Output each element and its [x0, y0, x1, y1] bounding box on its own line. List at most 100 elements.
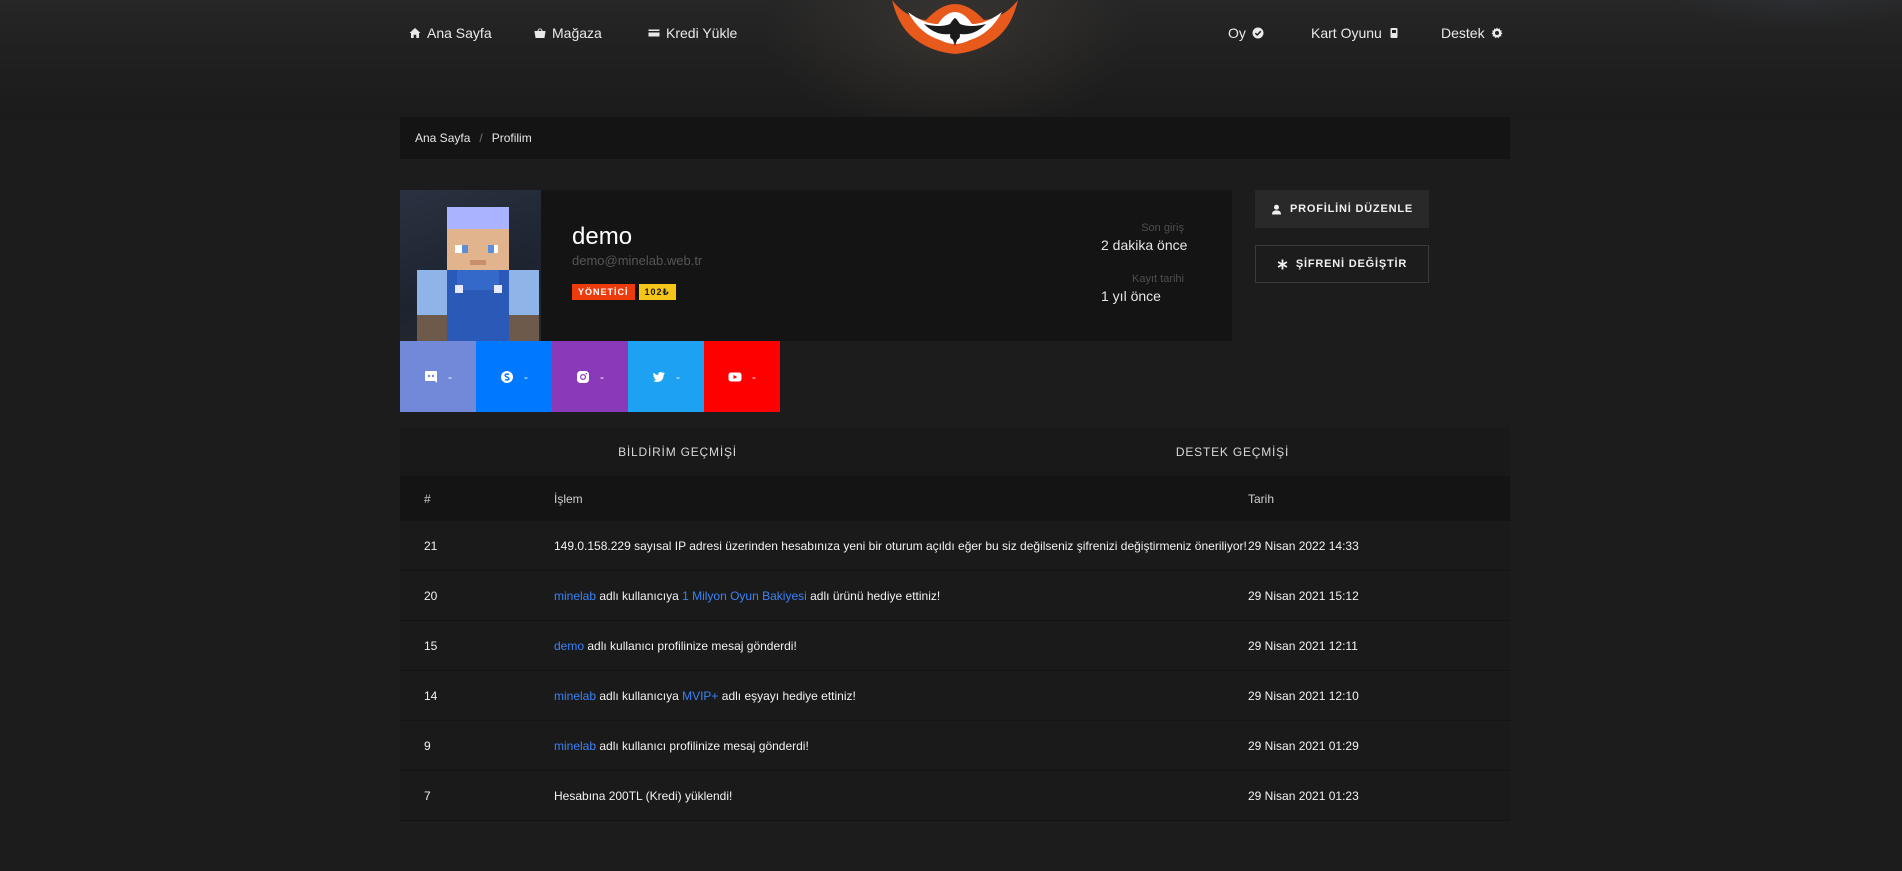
row-action: minelab adlı kullanıcıya MVIP+ adlı eşya… — [554, 689, 1248, 703]
social-links: - - - - - — [400, 341, 780, 412]
header-id: # — [424, 491, 431, 506]
tab-support-history[interactable]: DESTEK GEÇMİŞİ — [955, 428, 1510, 476]
history-tabs: BİLDİRİM GEÇMİŞİ DESTEK GEÇMİŞİ — [400, 428, 1510, 476]
instagram-link[interactable]: - — [552, 341, 628, 412]
profile-card: demo demo@minelab.web.tr YÖNETİCİ 102₺ S… — [400, 190, 1232, 341]
row-action: 149.0.158.229 sayısal IP adresi üzerinde… — [554, 539, 1248, 553]
table-header: # İşlem Tarih — [400, 476, 1510, 521]
change-password-button[interactable]: ŞİFRENİ DEĞİŞTİR — [1255, 245, 1429, 283]
minecraft-skin-avatar — [417, 207, 539, 341]
instagram-icon — [577, 370, 589, 383]
site-logo[interactable] — [884, 0, 1026, 66]
nav-vote-label: Oy — [1228, 25, 1246, 41]
discord-link[interactable]: - — [400, 341, 476, 412]
action-text: 149.0.158.229 sayısal IP adresi üzerinde… — [554, 538, 1247, 553]
table-row: 14 minelab adlı kullanıcıya MVIP+ adlı eş… — [400, 671, 1510, 721]
site-header: Ana Sayfa Mağaza Kredi Yükle Oy Kart Oyu… — [0, 0, 1902, 117]
breadcrumb-current: Profilim — [491, 131, 532, 145]
action-link[interactable]: minelab — [554, 739, 596, 753]
asterisk-icon — [1277, 258, 1288, 270]
table-body: 21 149.0.158.229 sayısal IP adresi üzerin… — [400, 521, 1510, 821]
action-text: adlı kullanıcıya — [596, 688, 683, 703]
action-link[interactable]: minelab — [554, 589, 596, 603]
tab-notification-history[interactable]: BİLDİRİM GEÇMİŞİ — [400, 428, 955, 476]
row-action: minelab adlı kullanıcı profilinize mesaj… — [554, 739, 1248, 753]
credit-badge: 102₺ — [638, 284, 676, 300]
home-icon — [409, 28, 421, 38]
action-text: adlı eşyayı hediye ettiniz! — [718, 688, 856, 703]
breadcrumb-separator: / — [479, 131, 483, 145]
row-date: 29 Nisan 2021 12:10 — [1248, 688, 1359, 703]
row-id: 9 — [424, 738, 431, 753]
row-action: minelab adlı kullanıcıya 1 Milyon Oyun B… — [554, 589, 1248, 603]
action-text: adlı kullanıcı profilinize mesaj gönderd… — [596, 738, 809, 753]
twitter-value: - — [676, 369, 680, 384]
user-icon — [1271, 204, 1282, 215]
nav-card-game[interactable]: Kart Oyunu — [1311, 24, 1400, 42]
row-date: 29 Nisan 2021 01:23 — [1248, 788, 1359, 803]
header-action: İşlem — [554, 491, 583, 506]
nav-store-label: Mağaza — [552, 25, 602, 41]
nav-credit-label: Kredi Yükle — [666, 25, 738, 41]
basket-icon — [534, 28, 546, 38]
profile-badges: YÖNETİCİ 102₺ — [572, 284, 676, 300]
row-action: Hesabına 200TL (Kredi) yüklendi! — [554, 789, 1248, 803]
action-link[interactable]: minelab — [554, 689, 596, 703]
last-login-label: Son giriş — [1141, 222, 1184, 234]
discord-icon — [425, 370, 437, 383]
avatar — [400, 190, 541, 341]
row-id: 14 — [424, 688, 438, 703]
edit-profile-label: PROFİLİNİ DÜZENLE — [1290, 203, 1413, 215]
twitter-link[interactable]: - — [628, 341, 704, 412]
edit-profile-button[interactable]: PROFİLİNİ DÜZENLE — [1255, 190, 1429, 228]
twitter-icon — [652, 371, 665, 382]
row-id: 21 — [424, 538, 438, 553]
table-row: 21 149.0.158.229 sayısal IP adresi üzerin… — [400, 521, 1510, 571]
youtube-link[interactable]: - — [704, 341, 780, 412]
check-circle-icon — [1252, 27, 1264, 39]
action-link[interactable]: 1 Milyon Oyun Bakiyesi — [682, 589, 807, 603]
youtube-icon — [728, 372, 742, 381]
credit-card-icon — [648, 29, 660, 37]
nav-support-label: Destek — [1441, 25, 1485, 41]
action-link[interactable]: MVIP+ — [682, 689, 718, 703]
youtube-value: - — [752, 369, 756, 384]
role-badge: YÖNETİCİ — [572, 284, 635, 300]
row-date: 29 Nisan 2021 12:11 — [1248, 638, 1358, 653]
action-link[interactable]: demo — [554, 639, 584, 653]
action-text: adlı ürünü hediye ettiniz! — [806, 588, 941, 603]
action-text: adlı kullanıcıya — [596, 588, 683, 603]
row-id: 7 — [424, 788, 431, 803]
nav-support[interactable]: Destek — [1441, 24, 1503, 42]
action-text: Hesabına 200TL (Kredi) yüklendi! — [554, 788, 733, 803]
skype-link[interactable]: - — [476, 341, 552, 412]
row-date: 29 Nisan 2021 15:12 — [1248, 588, 1359, 603]
nav-home[interactable]: Ana Sayfa — [409, 24, 492, 42]
row-id: 20 — [424, 588, 438, 603]
table-row: 20 minelab adlı kullanıcıya 1 Milyon Oyun… — [400, 571, 1510, 621]
nav-credit[interactable]: Kredi Yükle — [648, 24, 737, 42]
profile-email: demo@minelab.web.tr — [572, 253, 703, 268]
discord-value: - — [448, 369, 452, 384]
nav-vote[interactable]: Oy — [1228, 24, 1264, 42]
nav-home-label: Ana Sayfa — [427, 25, 492, 41]
skype-icon — [501, 370, 513, 383]
row-date: 29 Nisan 2022 14:33 — [1248, 538, 1359, 553]
table-row: 9 minelab adlı kullanıcı profilinize mesa… — [400, 721, 1510, 771]
notification-table: # İşlem Tarih 21 149.0.158.229 sayısal IP… — [400, 476, 1510, 821]
table-row: 15 demo adlı kullanıcı profilinize mesaj … — [400, 621, 1510, 671]
header-glow-right — [1650, 0, 1902, 30]
breadcrumb-home[interactable]: Ana Sayfa — [415, 131, 470, 145]
row-date: 29 Nisan 2021 01:29 — [1248, 738, 1359, 753]
gear-icon — [1491, 27, 1503, 38]
header-date: Tarih — [1248, 491, 1275, 506]
nav-store[interactable]: Mağaza — [534, 24, 602, 42]
table-row: 7 Hesabına 200TL (Kredi) yüklendi! 29 Nisa… — [400, 771, 1510, 821]
instagram-value: - — [600, 369, 604, 384]
row-id: 15 — [424, 638, 438, 653]
profile-username: demo — [572, 223, 633, 250]
register-date-label: Kayıt tarihi — [1132, 273, 1184, 285]
card-game-icon — [1390, 28, 1398, 38]
skype-value: - — [524, 369, 528, 384]
last-login-value: 2 dakika önce — [1101, 237, 1188, 253]
